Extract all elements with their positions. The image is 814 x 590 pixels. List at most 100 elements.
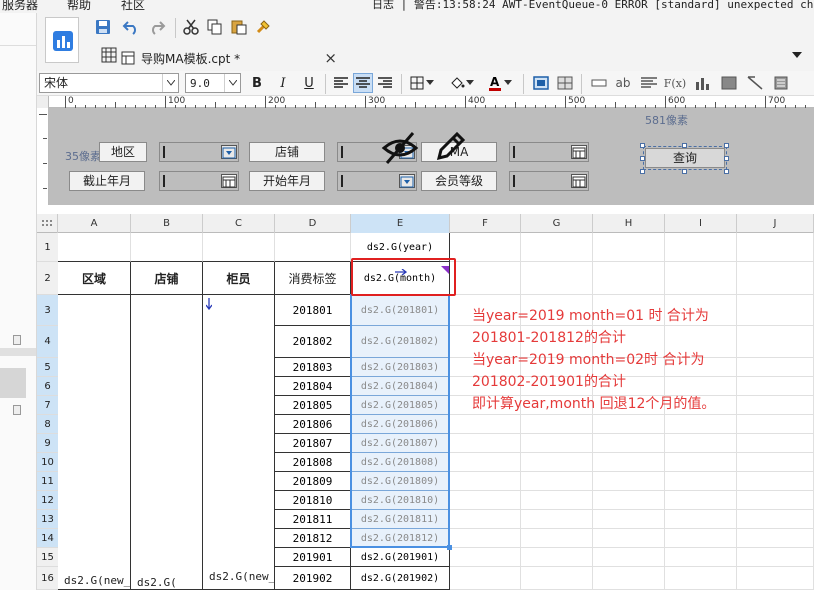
empty-cell[interactable] bbox=[593, 472, 665, 491]
slash-icon[interactable] bbox=[745, 73, 765, 93]
paragraph-icon[interactable] bbox=[639, 73, 659, 93]
row-header[interactable]: 16 bbox=[37, 567, 58, 590]
align-right-icon[interactable] bbox=[375, 73, 395, 93]
empty-cell[interactable] bbox=[450, 415, 521, 434]
empty-cell[interactable] bbox=[593, 548, 665, 567]
row-header[interactable]: 9 bbox=[37, 434, 58, 453]
select-all-icon[interactable] bbox=[37, 214, 58, 233]
designer-logo[interactable] bbox=[45, 17, 79, 63]
cell-month-label[interactable]: 201802 bbox=[275, 326, 351, 358]
empty-cell[interactable] bbox=[665, 415, 737, 434]
empty-cell[interactable] bbox=[593, 510, 665, 529]
font-color-icon[interactable]: A bbox=[485, 73, 505, 93]
empty-cell[interactable] bbox=[665, 434, 737, 453]
row-header[interactable]: 1 bbox=[37, 233, 58, 262]
cell-month-label[interactable]: 201809 bbox=[275, 472, 351, 491]
empty-cell[interactable] bbox=[450, 548, 521, 567]
cell-month-formula[interactable]: ds2.G(201801) bbox=[351, 295, 450, 326]
edit-pencil-icon[interactable] bbox=[433, 130, 467, 164]
cell-month-label[interactable]: 201803 bbox=[275, 358, 351, 377]
cell-month-formula[interactable]: ds2.G(201902) bbox=[351, 567, 450, 590]
cell-month-formula[interactable]: ds2.G(201802) bbox=[351, 326, 450, 358]
ma-date-field[interactable] bbox=[509, 142, 589, 162]
empty-cell[interactable] bbox=[521, 548, 593, 567]
font-family-select[interactable]: 宋体 bbox=[39, 73, 179, 93]
empty-cell[interactable] bbox=[737, 472, 814, 491]
row-header[interactable]: 4 bbox=[37, 326, 58, 358]
empty-cell[interactable] bbox=[450, 233, 521, 262]
empty-cell[interactable] bbox=[521, 529, 593, 548]
empty-cell[interactable] bbox=[275, 233, 351, 262]
cell-frame-icon[interactable] bbox=[531, 73, 551, 93]
empty-cell[interactable] bbox=[521, 510, 593, 529]
empty-cell[interactable] bbox=[665, 529, 737, 548]
bold-button[interactable]: B bbox=[247, 73, 267, 93]
empty-cell[interactable] bbox=[737, 377, 814, 396]
border-dropdown-icon[interactable] bbox=[425, 73, 435, 93]
empty-cell[interactable] bbox=[593, 233, 665, 262]
cell-month-formula[interactable]: ds2.G(201804) bbox=[351, 377, 450, 396]
empty-cell[interactable] bbox=[521, 472, 593, 491]
tab-close-button[interactable]: × bbox=[324, 49, 337, 67]
panel-menu-icon[interactable] bbox=[791, 49, 803, 59]
cell-month-label[interactable]: 201811 bbox=[275, 510, 351, 529]
copy-icon[interactable] bbox=[205, 17, 225, 37]
cell-A-merged[interactable]: ds2.G(new_ bbox=[58, 295, 131, 590]
empty-cell[interactable] bbox=[737, 233, 814, 262]
cell-month-label[interactable]: 201808 bbox=[275, 453, 351, 472]
cell-C-merged[interactable]: ds2.G(new_ bbox=[203, 295, 275, 590]
column-header-G[interactable]: G bbox=[521, 214, 593, 233]
cell-month-label[interactable]: 201805 bbox=[275, 396, 351, 415]
column-header-I[interactable]: I bbox=[665, 214, 737, 233]
cell-month-formula[interactable]: ds2.G(201805) bbox=[351, 396, 450, 415]
empty-cell[interactable] bbox=[521, 434, 593, 453]
label-start-month[interactable]: 开始年月 bbox=[249, 171, 325, 191]
menu-server[interactable]: 服务器 bbox=[2, 0, 38, 12]
query-button[interactable]: 查询 bbox=[645, 148, 725, 168]
align-center-icon[interactable] bbox=[353, 73, 373, 93]
column-header-E[interactable]: E bbox=[351, 214, 450, 233]
empty-cell[interactable] bbox=[450, 567, 521, 590]
row-header[interactable]: 7 bbox=[37, 396, 58, 415]
row-header[interactable]: 12 bbox=[37, 491, 58, 510]
start-month-combo[interactable] bbox=[337, 171, 417, 191]
cell-month-formula[interactable]: ds2.G(201812) bbox=[351, 529, 450, 548]
cell-month-formula[interactable]: ds2.G(201807) bbox=[351, 434, 450, 453]
empty-cell[interactable] bbox=[737, 529, 814, 548]
resize-handle[interactable] bbox=[640, 143, 645, 148]
column-header-D[interactable]: D bbox=[275, 214, 351, 233]
cell-month-formula[interactable]: ds2.G(201811) bbox=[351, 510, 450, 529]
empty-cell[interactable] bbox=[450, 453, 521, 472]
empty-cell[interactable] bbox=[521, 567, 593, 590]
empty-cell[interactable] bbox=[737, 396, 814, 415]
row-header[interactable]: 11 bbox=[37, 472, 58, 491]
empty-cell[interactable] bbox=[737, 358, 814, 377]
image-icon[interactable] bbox=[719, 73, 739, 93]
cell-A2-header[interactable]: 区域 bbox=[58, 262, 131, 295]
empty-cell[interactable] bbox=[665, 491, 737, 510]
fill-handle[interactable] bbox=[447, 545, 452, 550]
scroll-handle-icon[interactable] bbox=[13, 405, 21, 415]
empty-cell[interactable] bbox=[665, 472, 737, 491]
scroll-handle-icon[interactable] bbox=[13, 335, 21, 345]
resize-handle[interactable] bbox=[640, 169, 645, 174]
empty-cell[interactable] bbox=[593, 262, 665, 295]
empty-cell[interactable] bbox=[665, 262, 737, 295]
text-ab-button[interactable]: ab bbox=[613, 73, 633, 93]
empty-cell[interactable] bbox=[737, 567, 814, 590]
label-region[interactable]: 地区 bbox=[99, 142, 147, 162]
column-header-F[interactable]: F bbox=[450, 214, 521, 233]
region-combo[interactable] bbox=[159, 142, 239, 162]
label-member-level[interactable]: 会员等级 bbox=[421, 171, 497, 191]
resize-handle[interactable] bbox=[682, 169, 687, 174]
align-left-icon[interactable] bbox=[331, 73, 351, 93]
empty-cell[interactable] bbox=[737, 415, 814, 434]
empty-cell[interactable] bbox=[593, 529, 665, 548]
empty-cell[interactable] bbox=[737, 295, 814, 326]
grid-template-icon[interactable] bbox=[101, 47, 117, 66]
cell-month-formula[interactable]: ds2.G(201806) bbox=[351, 415, 450, 434]
cell-month-formula[interactable]: ds2.G(201808) bbox=[351, 453, 450, 472]
cell-month-label[interactable]: 201804 bbox=[275, 377, 351, 396]
row-header[interactable]: 3 bbox=[37, 295, 58, 326]
font-color-dropdown-icon[interactable] bbox=[503, 73, 513, 93]
